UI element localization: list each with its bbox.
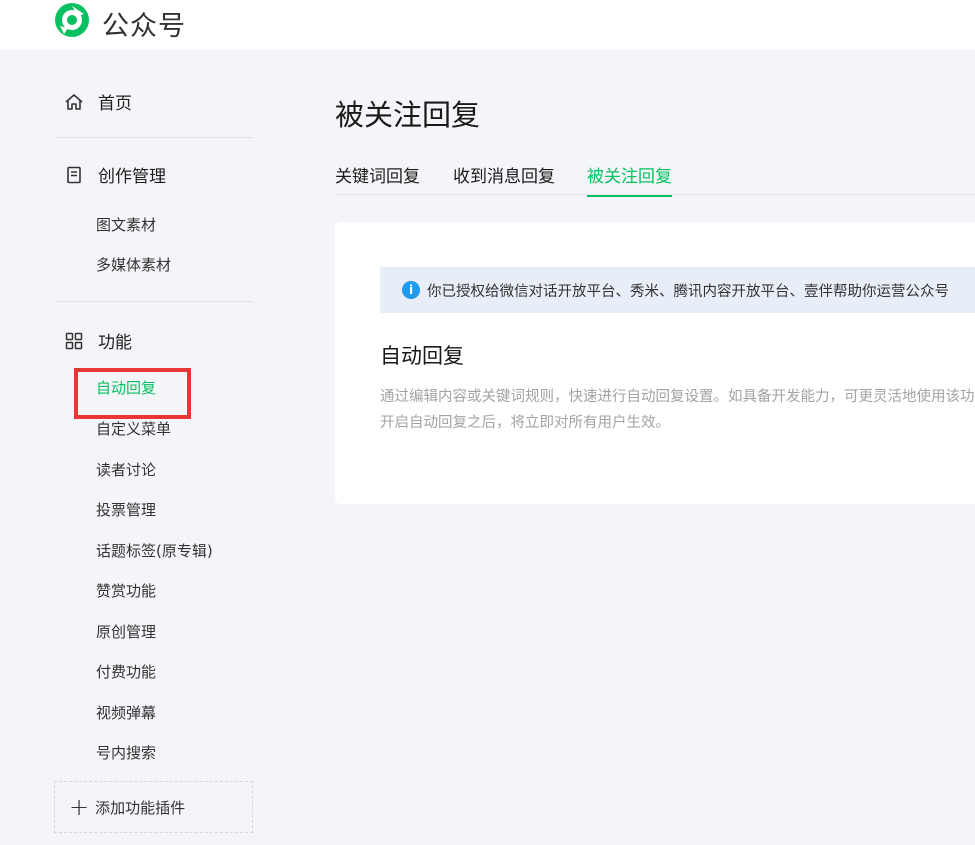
sidebar-item-creation[interactable]: 创作管理 — [64, 162, 166, 187]
add-plugin-label: 添加功能插件 — [95, 798, 186, 817]
sidebar-item-vote-management[interactable]: 投票管理 — [96, 499, 156, 520]
sidebar-divider — [54, 137, 253, 138]
tab-bar: 关键词回复 收到消息回复 被关注回复 — [335, 160, 975, 197]
description-line-1: 通过编辑内容或关键词规则，快速进行自动回复设置。如具备开发能力，可更灵活地使用该… — [380, 389, 975, 405]
sidebar-item-image-text-material[interactable]: 图文素材 — [96, 214, 156, 235]
sidebar-item-reward[interactable]: 赞赏功能 — [96, 580, 156, 601]
description-line-2: 开启自动回复之后，将立即对所有用户生效。 — [380, 415, 670, 431]
wechat-official-account-logo[interactable] — [54, 2, 90, 38]
notice-text: 你已授权给微信对话开放平台、秀米、腾讯内容开放平台、壹伴帮助你运营公众号 — [427, 283, 949, 300]
sidebar-item-in-account-search[interactable]: 号内搜索 — [96, 742, 156, 763]
sidebar-item-video-danmaku[interactable]: 视频弹幕 — [96, 702, 156, 723]
tab-follow-reply[interactable]: 被关注回复 — [587, 162, 672, 197]
grid-icon — [65, 332, 83, 349]
sidebar-item-features[interactable]: 功能 — [64, 328, 132, 353]
sidebar-item-home[interactable]: 首页 — [64, 89, 132, 114]
sidebar-item-label: 首页 — [98, 94, 132, 114]
authorization-notice: i 你已授权给微信对话开放平台、秀米、腾讯内容开放平台、壹伴帮助你运营公众号 — [380, 267, 975, 313]
app-title[interactable]: 公众号 — [102, 4, 186, 43]
page-title: 被关注回复 — [335, 98, 481, 132]
sidebar-item-reader-discussion[interactable]: 读者讨论 — [96, 459, 156, 480]
plus-icon: + — [69, 793, 90, 821]
sidebar-item-paid-features[interactable]: 付费功能 — [96, 661, 156, 682]
document-icon — [67, 166, 81, 183]
info-icon: i — [402, 281, 420, 299]
sidebar-divider — [54, 301, 253, 302]
top-bar: 公众号 — [0, 0, 975, 50]
sidebar-item-original-management[interactable]: 原创管理 — [96, 621, 156, 642]
sidebar-item-custom-menu[interactable]: 自定义菜单 — [96, 418, 171, 439]
sidebar-item-topic-tags[interactable]: 话题标签(原专辑) — [96, 540, 213, 561]
sidebar-item-label: 创作管理 — [98, 167, 166, 187]
auto-reply-card: i 你已授权给微信对话开放平台、秀米、腾讯内容开放平台、壹伴帮助你运营公众号 自… — [335, 222, 975, 504]
sidebar-item-media-material[interactable]: 多媒体素材 — [96, 254, 171, 275]
add-plugin-button[interactable]: + 添加功能插件 — [54, 781, 253, 833]
tab-message-reply[interactable]: 收到消息回复 — [453, 162, 555, 195]
section-title: 自动回复 — [380, 344, 464, 368]
sidebar-item-label: 功能 — [98, 333, 132, 353]
home-icon — [65, 93, 83, 110]
tab-keyword-reply[interactable]: 关键词回复 — [335, 162, 420, 195]
annotation-highlight-box — [74, 368, 191, 419]
